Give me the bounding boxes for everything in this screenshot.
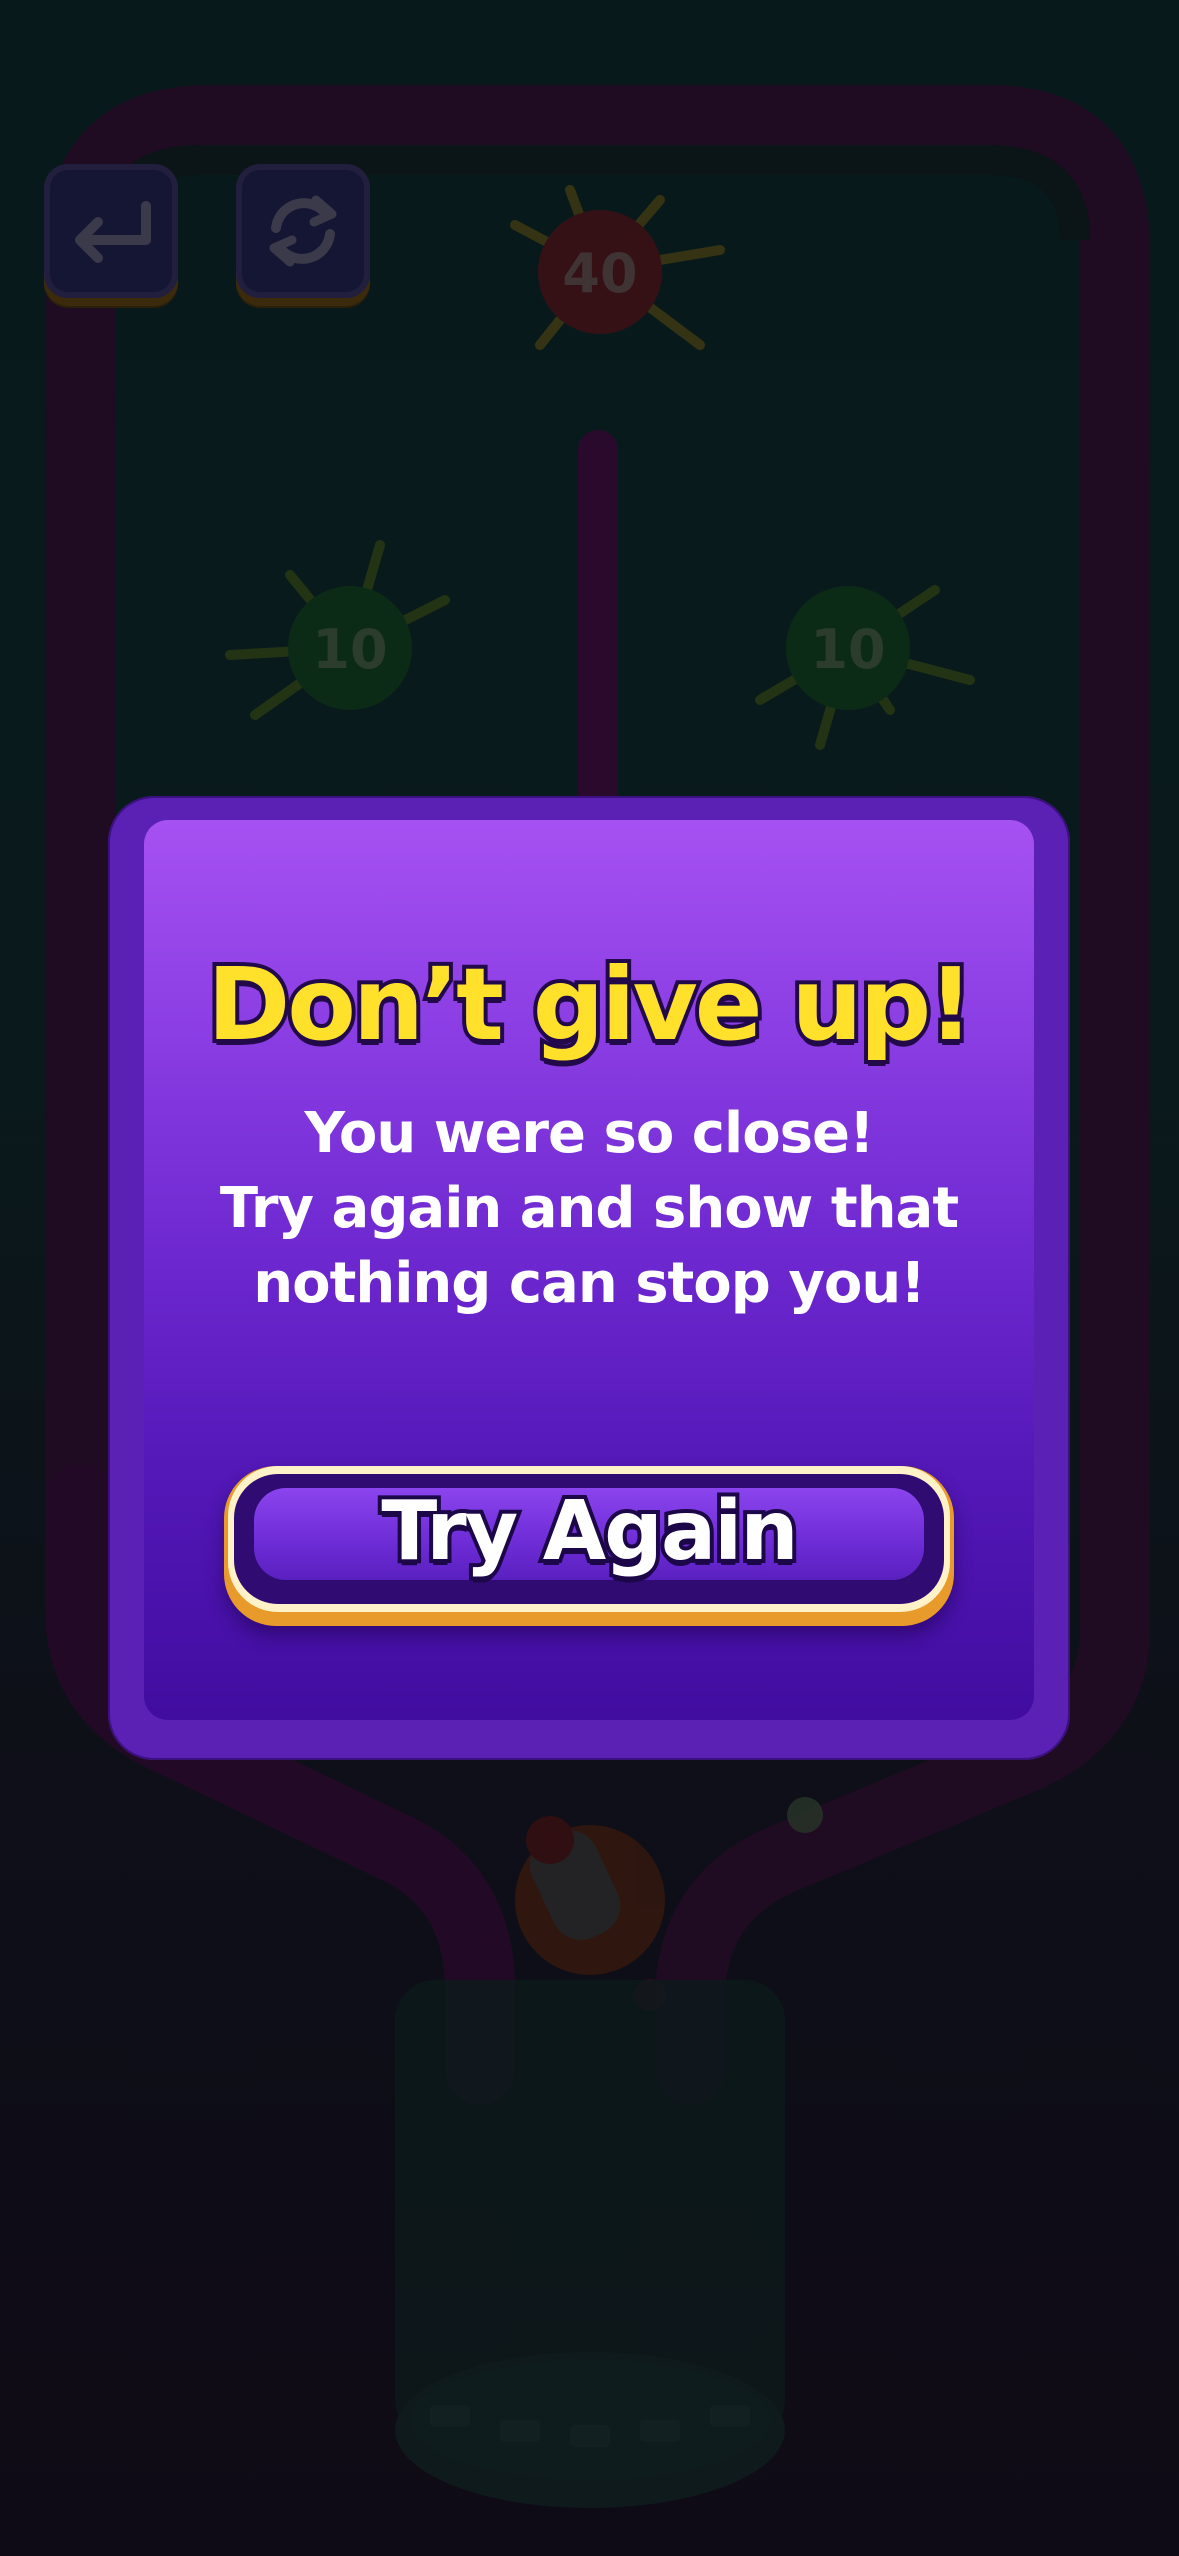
try-again-button[interactable]: Try Again: [224, 1466, 954, 1626]
dialog-title: Don’t give up!: [203, 942, 978, 1067]
dialog-message: You were so close! Try again and show th…: [148, 1096, 1030, 1321]
game-over-dialog: Don’t give up! You were so close! Try ag…: [108, 796, 1070, 1760]
message-line: nothing can stop you!: [253, 1251, 926, 1316]
message-line: Try again and show that: [219, 1176, 959, 1241]
try-again-label: Try Again: [377, 1480, 802, 1583]
message-line: You were so close!: [304, 1101, 874, 1166]
